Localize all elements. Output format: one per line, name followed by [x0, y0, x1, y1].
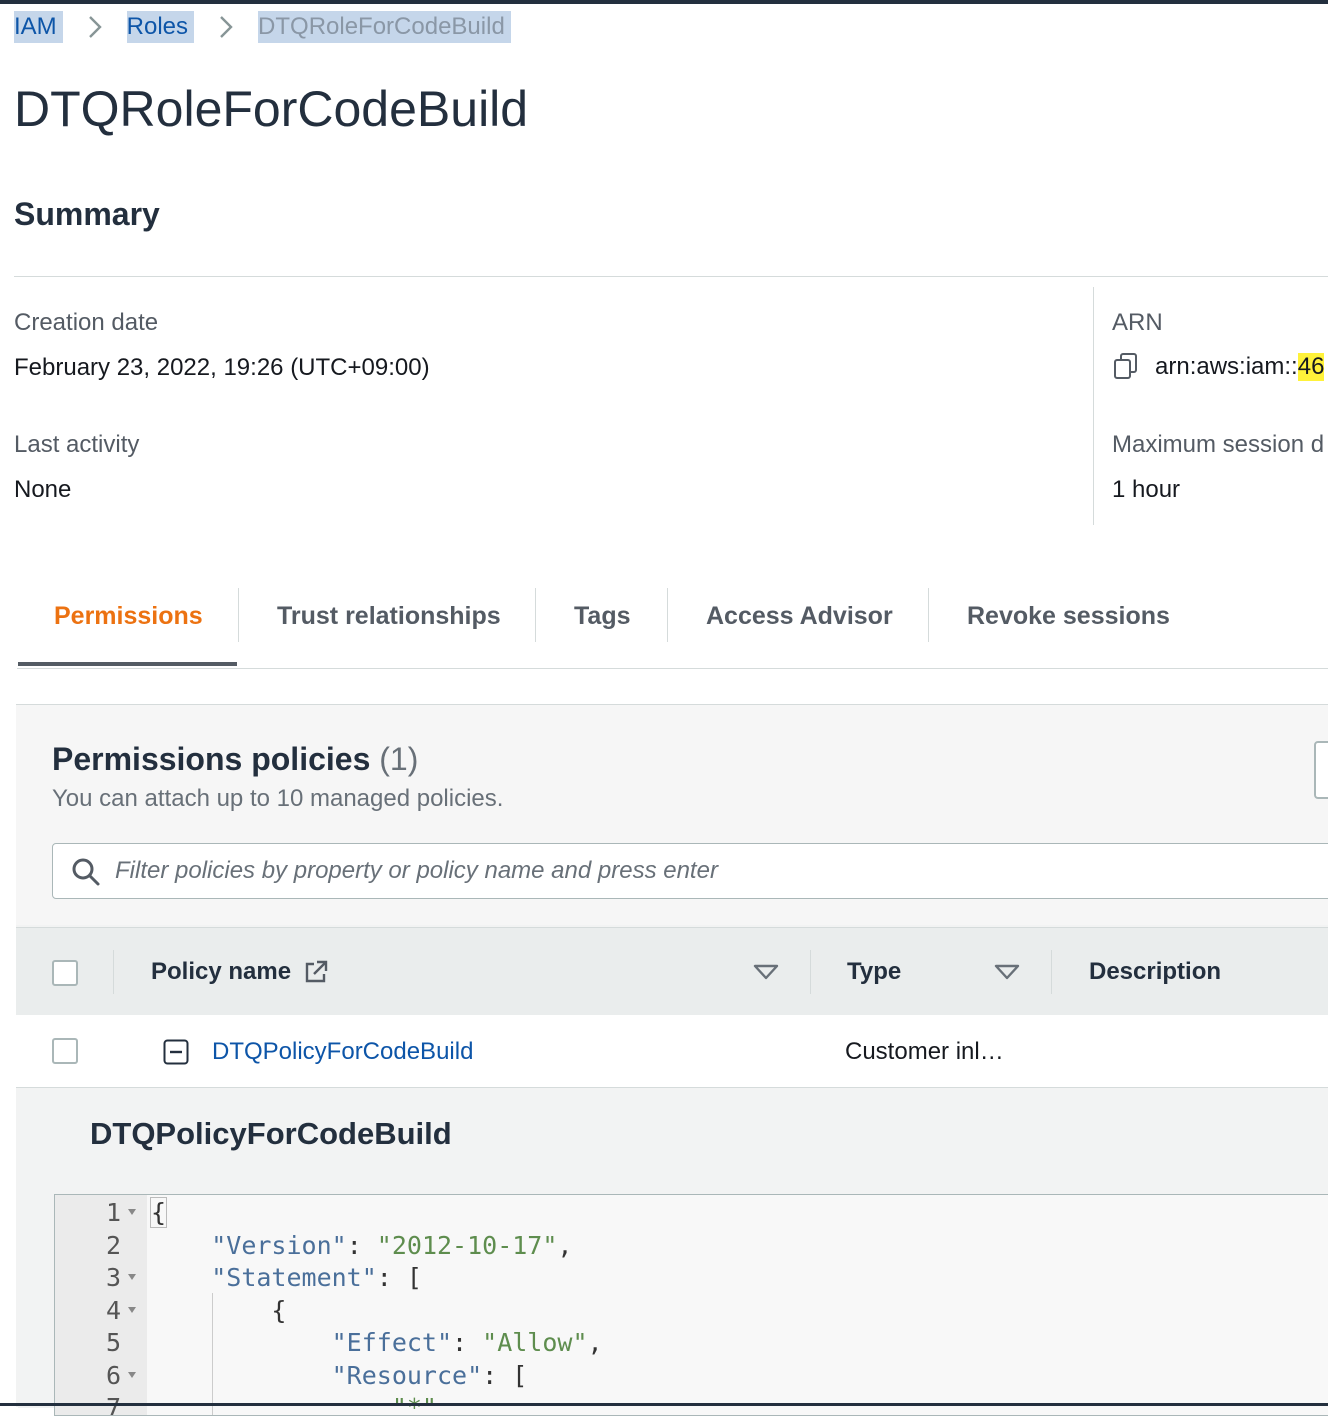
sort-caret-icon[interactable] — [753, 964, 779, 985]
creation-date-label: Creation date — [14, 309, 159, 336]
tab-separator — [238, 588, 239, 642]
tab-bar: Permissions Trust relationships Tags Acc… — [17, 588, 1328, 669]
tab-separator — [535, 588, 536, 642]
copy-icon[interactable] — [1112, 352, 1142, 382]
code-token: "Resource" — [331, 1360, 483, 1390]
policy-detail: DTQPolicyForCodeBuild 1{ 2 "Version": "2… — [18, 1088, 1328, 1416]
tab-revoke-sessions[interactable]: Revoke sessions — [967, 588, 1170, 644]
column-description[interactable]: Description — [1089, 958, 1221, 986]
tab-tags[interactable]: Tags — [574, 588, 631, 644]
max-session-label: Maximum session d — [1112, 431, 1325, 458]
page-title: DTQRoleForCodeBuild — [14, 81, 529, 137]
top-border — [0, 0, 1328, 4]
chevron-right-icon — [209, 12, 243, 42]
permissions-policies-heading: Permissions policies — [52, 741, 371, 777]
arn-highlight: 46 — [1297, 353, 1325, 381]
external-link-icon — [303, 959, 329, 985]
policy-code: 1{ 2 "Version": "2012-10-17", 3 "Stateme… — [106, 1197, 603, 1415]
permissions-policies-title: Permissions policies (1) — [52, 741, 418, 778]
simulate-button[interactable] — [1314, 741, 1328, 799]
code-token: { — [149, 1197, 168, 1228]
breadcrumb-current: DTQRoleForCodeBuild — [258, 11, 511, 43]
table-row: DTQPolicyForCodeBuild Customer inl… — [16, 1015, 1328, 1088]
fold-toggle-icon[interactable] — [128, 1209, 136, 1215]
last-activity-value: None — [14, 476, 72, 503]
code-token: "Version" — [211, 1230, 347, 1260]
tab-trust-relationships[interactable]: Trust relationships — [277, 588, 501, 644]
chevron-right-icon — [78, 12, 112, 42]
code-token: : [ — [482, 1360, 528, 1390]
collapse-icon[interactable] — [163, 1039, 189, 1070]
line-number: 6 — [105, 1360, 121, 1390]
fold-toggle-icon[interactable] — [128, 1371, 136, 1378]
line-number: 4 — [105, 1295, 121, 1325]
column-type[interactable]: Type — [847, 958, 901, 986]
policy-search-input[interactable] — [113, 852, 1317, 890]
code-token: "Allow" — [482, 1328, 588, 1357]
policy-name-link[interactable]: DTQPolicyForCodeBuild — [212, 1038, 473, 1066]
policy-count: (1) — [379, 741, 419, 777]
arn-value: arn:aws:iam:: 46 — [1112, 352, 1325, 382]
tab-separator — [928, 588, 929, 642]
summary-title: Summary — [14, 196, 160, 232]
code-token: "Statement" — [211, 1263, 377, 1292]
arn-text: arn:aws:iam:: — [1155, 353, 1298, 380]
code-token: { — [271, 1295, 287, 1325]
row-checkbox[interactable] — [52, 1038, 78, 1064]
policy-detail-title: DTQPolicyForCodeBuild — [90, 1116, 452, 1151]
column-policy-name-label: Policy name — [151, 958, 292, 985]
column-separator — [113, 950, 114, 994]
column-separator — [810, 950, 811, 994]
line-number: 5 — [105, 1328, 121, 1357]
max-session-value: 1 hour — [1112, 476, 1181, 503]
breadcrumb-roles[interactable]: Roles — [126, 11, 195, 43]
permissions-panel: Permissions policies (1) You can attach … — [16, 704, 1328, 1416]
line-number: 2 — [105, 1230, 121, 1260]
search-icon — [71, 857, 101, 892]
column-divider — [1093, 287, 1094, 525]
fold-toggle-icon[interactable] — [128, 1306, 136, 1313]
tab-access-advisor[interactable]: Access Advisor — [706, 588, 893, 644]
policy-type: Customer inl… — [845, 1038, 1004, 1065]
code-token: : [ — [376, 1263, 422, 1292]
tab-separator — [667, 588, 668, 642]
select-all-checkbox[interactable] — [52, 960, 78, 986]
column-description-label: Description — [1089, 958, 1222, 985]
policy-filter — [52, 843, 1328, 899]
table-header: Policy name Type Description — [16, 927, 1328, 1017]
sort-caret-icon[interactable] — [994, 964, 1020, 985]
code-token: "2012-10-17" — [376, 1230, 558, 1260]
tab-permissions[interactable]: Permissions — [54, 588, 203, 644]
column-policy-name[interactable]: Policy name — [151, 958, 329, 986]
column-type-label: Type — [847, 958, 902, 985]
arn-label: ARN — [1112, 309, 1163, 336]
fold-toggle-icon[interactable] — [128, 1274, 136, 1280]
breadcrumb: IAM Roles DTQRoleForCodeBuild — [14, 10, 511, 44]
policy-json-editor[interactable]: 1{ 2 "Version": "2012-10-17", 3 "Stateme… — [54, 1194, 1328, 1416]
code-token: "Effect" — [331, 1328, 453, 1357]
active-tab-indicator — [18, 662, 237, 666]
column-separator — [1051, 950, 1052, 994]
line-number: 1 — [105, 1198, 121, 1227]
permissions-subtitle: You can attach up to 10 managed policies… — [52, 785, 504, 812]
creation-date-value: February 23, 2022, 19:26 (UTC+09:00) — [14, 354, 430, 381]
last-activity-label: Last activity — [14, 431, 140, 458]
line-number: 3 — [105, 1263, 121, 1292]
breadcrumb-iam[interactable]: IAM — [14, 11, 63, 43]
divider — [14, 276, 1328, 277]
